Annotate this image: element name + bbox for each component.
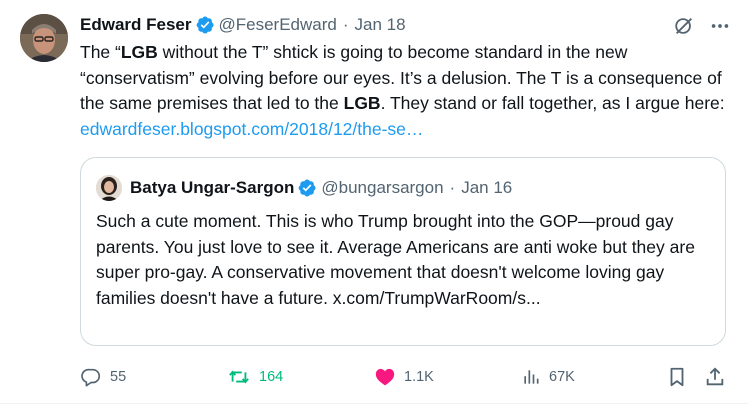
tweet-link[interactable]: edwardfeser.blogspot.com/2018/12/the-se… xyxy=(80,119,423,139)
retweet-count: 164 xyxy=(259,369,284,385)
separator-dot: · xyxy=(342,15,349,34)
quoted-author-name[interactable]: Batya Ungar-Sargon xyxy=(130,178,294,198)
quoted-author-avatar[interactable] xyxy=(96,175,122,201)
quoted-author-handle[interactable]: @bungarsargon xyxy=(321,178,443,198)
tweet-text: The “LGB without the T” shtick is going … xyxy=(80,40,732,142)
tweet-content: Edward Feser @FeserEdward · Jan 18 The “… xyxy=(80,12,732,142)
heart-icon xyxy=(375,368,395,386)
share-icon xyxy=(706,367,724,386)
tweet-text-bold: LGB xyxy=(343,93,381,113)
reply-count: 55 xyxy=(110,369,127,385)
reply-icon xyxy=(81,368,101,387)
retweet-icon xyxy=(229,370,249,384)
quoted-tweet[interactable]: Batya Ungar-Sargon @bungarsargon · Jan 1… xyxy=(80,157,726,346)
retweet-button[interactable]: 164 xyxy=(227,362,283,392)
views-chart-icon xyxy=(524,370,539,384)
quoted-tweet-header: Batya Ungar-Sargon @bungarsargon · Jan 1… xyxy=(96,174,512,202)
header-actions xyxy=(672,14,732,38)
like-count: 1.1K xyxy=(404,369,434,385)
author-handle[interactable]: @FeserEdward xyxy=(219,15,337,35)
tweet-divider xyxy=(0,403,748,404)
bookmark-button[interactable] xyxy=(666,362,696,392)
quoted-tweet-date[interactable]: Jan 16 xyxy=(461,178,512,198)
like-button[interactable]: 1.1K xyxy=(374,362,434,392)
author-avatar[interactable] xyxy=(20,14,68,62)
author-avatar-image xyxy=(20,14,68,62)
verified-badge-icon xyxy=(299,179,316,197)
tweet-text-bold: LGB xyxy=(120,42,158,62)
verified-badge-icon xyxy=(196,16,214,34)
views-count: 67K xyxy=(549,369,575,385)
share-button[interactable] xyxy=(704,362,734,392)
author-name[interactable]: Edward Feser xyxy=(80,15,192,35)
more-icon[interactable] xyxy=(708,14,732,38)
quoted-tweet-text: Such a cute moment. This is who Trump br… xyxy=(96,211,695,308)
tweet-text-segment: . They stand or fall together, as I argu… xyxy=(380,93,730,113)
views-button[interactable]: 67K xyxy=(521,362,575,392)
reply-button[interactable]: 55 xyxy=(80,362,126,392)
tweet-actions: 55 164 1.1K 67K xyxy=(80,362,732,392)
separator-dot: · xyxy=(449,178,456,197)
tweet[interactable]: Edward Feser @FeserEdward · Jan 18 The “… xyxy=(0,0,748,405)
bookmark-icon xyxy=(670,367,684,387)
tweet-header: Edward Feser @FeserEdward · Jan 18 xyxy=(80,12,732,38)
tweet-date[interactable]: Jan 18 xyxy=(355,15,406,35)
grok-icon[interactable] xyxy=(672,14,696,38)
tweet-text-segment: The “ xyxy=(80,42,121,62)
quoted-avatar-image xyxy=(96,175,122,201)
